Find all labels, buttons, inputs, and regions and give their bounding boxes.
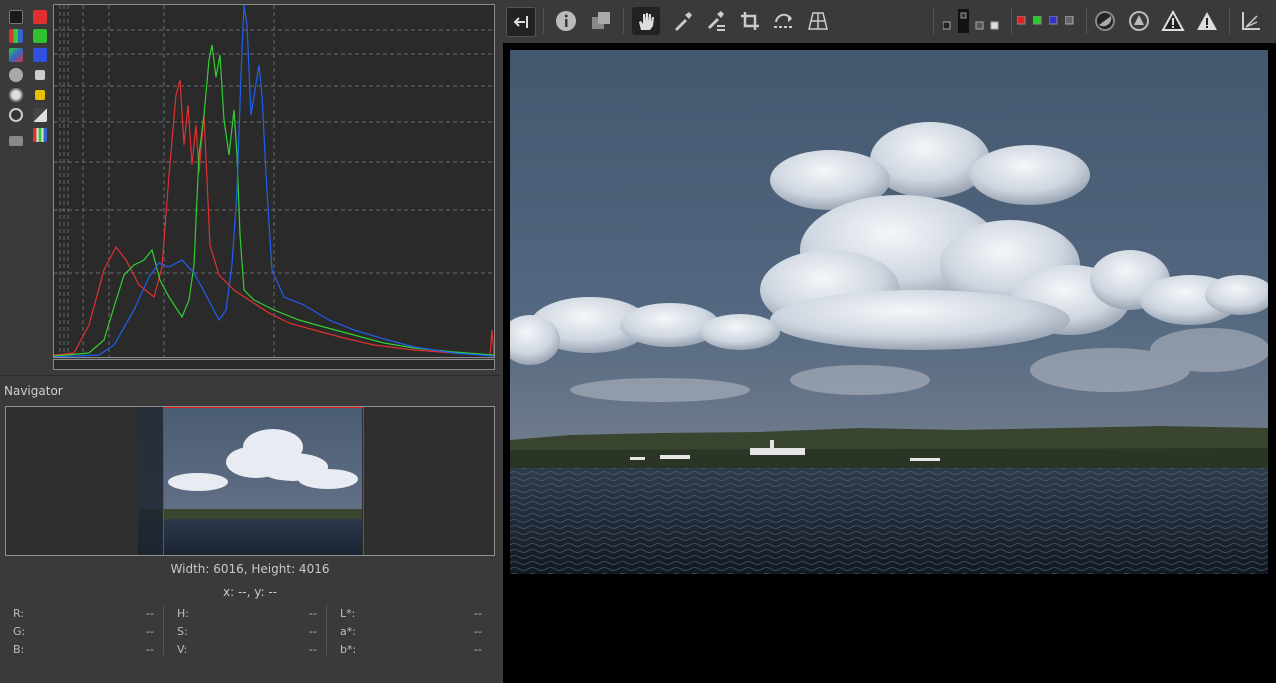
toolbar-divider — [933, 8, 934, 34]
editor-toolbar — [503, 0, 1276, 43]
info-value-s: -- — [309, 625, 317, 638]
vectorscope-hc-icon[interactable] — [9, 108, 23, 122]
histogram-type-icon[interactable] — [9, 10, 23, 24]
info-label-b: B: — [13, 643, 25, 656]
info-icon[interactable] — [552, 7, 580, 35]
image-dimensions: Width: 6016, Height: 4016 — [170, 562, 330, 576]
luminance-toggle-icon[interactable] — [35, 70, 45, 80]
raw-histogram-icon[interactable] — [9, 48, 23, 62]
rgb-channels-icon[interactable] — [9, 29, 23, 43]
red-channel-icon[interactable] — [1015, 7, 1029, 35]
info-value-b: -- — [146, 643, 154, 656]
before-after-icon[interactable] — [587, 7, 615, 35]
focus-mask-icon[interactable] — [1091, 7, 1119, 35]
blue-channel-icon[interactable] — [1047, 7, 1061, 35]
color-picker-icon[interactable] — [668, 7, 696, 35]
info-divider — [326, 605, 327, 655]
hand-icon[interactable] — [632, 7, 660, 35]
chroma-toggle-icon[interactable] — [35, 90, 45, 100]
info-value-a: -- — [474, 625, 482, 638]
hide-panel-icon[interactable] — [506, 7, 536, 37]
luminance-icon[interactable] — [1063, 7, 1077, 35]
options-icon[interactable] — [9, 136, 23, 146]
info-divider — [163, 605, 164, 655]
navigator-preview[interactable] — [5, 406, 495, 556]
green-channel-toggle-icon[interactable] — [33, 29, 47, 43]
histogram-value-bar — [53, 359, 495, 370]
linear-log-icon[interactable] — [33, 108, 47, 122]
bar-toggle-icon[interactable] — [33, 128, 47, 142]
highlight-clipping-icon[interactable] — [1159, 7, 1187, 35]
vectorscope-hs-icon[interactable] — [9, 88, 23, 102]
info-value-h: -- — [309, 607, 317, 620]
toolbar-divider — [1011, 8, 1012, 34]
toolbar-divider — [623, 8, 624, 34]
info-label-v: V: — [177, 643, 188, 656]
toolbar-divider — [543, 8, 544, 34]
info-value-v: -- — [309, 643, 317, 656]
image-canvas — [510, 50, 1268, 574]
histogram-plot — [53, 4, 495, 358]
info-value-r: -- — [146, 607, 154, 620]
warning-icon[interactable] — [1193, 7, 1221, 35]
navigator-title: Navigator — [4, 384, 63, 398]
info-value-l: -- — [474, 607, 482, 620]
red-channel-toggle-icon[interactable] — [33, 10, 47, 24]
info-label-r: R: — [13, 607, 25, 620]
waveform-icon[interactable] — [9, 68, 23, 82]
left-panel: Navigator Width: 6016, Height: 4016 x: -… — [0, 0, 500, 683]
cursor-coordinates: x: --, y: -- — [223, 585, 277, 599]
toolbar-divider — [1229, 8, 1230, 34]
toolbar-divider — [1086, 8, 1087, 34]
info-label-l: L*: — [340, 607, 356, 620]
info-value-bstar: -- — [474, 643, 482, 656]
blue-channel-toggle-icon[interactable] — [33, 48, 47, 62]
preview-background-icon[interactable] — [943, 7, 1013, 35]
info-value-g: -- — [146, 625, 154, 638]
info-label-g: G: — [13, 625, 26, 638]
crop-icon[interactable] — [736, 7, 764, 35]
info-label-s: S: — [177, 625, 188, 638]
perspective-icon[interactable] — [804, 7, 832, 35]
straighten-icon[interactable] — [770, 7, 798, 35]
panel-separator — [0, 375, 500, 376]
white-balance-picker-icon[interactable] — [702, 7, 730, 35]
color-management-icon[interactable] — [1237, 7, 1265, 35]
info-label-a: a*: — [340, 625, 356, 638]
green-channel-icon[interactable] — [1031, 7, 1045, 35]
info-label-bstar: b*: — [340, 643, 357, 656]
shadow-clipping-icon[interactable] — [1125, 7, 1153, 35]
histogram — [53, 4, 495, 358]
histogram-grid — [54, 5, 494, 357]
main-image[interactable] — [510, 50, 1268, 574]
info-label-h: H: — [177, 607, 189, 620]
navigator-viewport-frame[interactable] — [163, 407, 364, 555]
